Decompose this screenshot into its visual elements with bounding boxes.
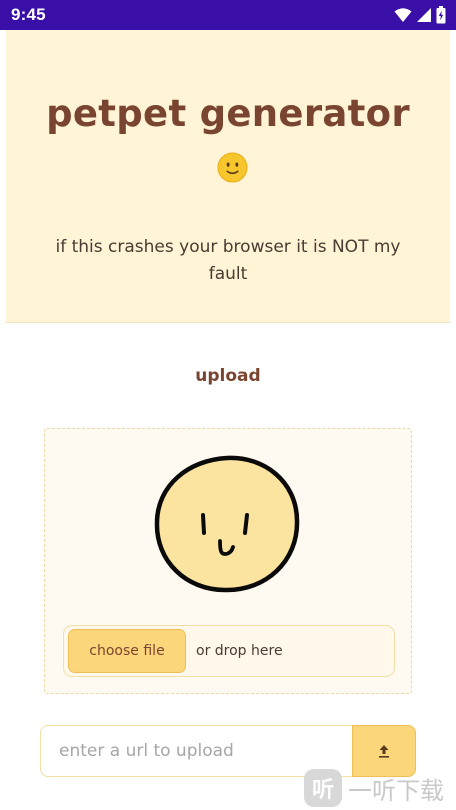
upload-heading: upload [195, 366, 261, 386]
status-icons [394, 6, 446, 24]
watermark-text: 一听下载 [348, 776, 444, 805]
file-dropzone[interactable]: choose file or drop here [44, 428, 412, 694]
watermark-logo: 听 一听下载 [304, 768, 456, 808]
upload-arrow-icon [379, 745, 389, 758]
status-bar: 9:45 [0, 0, 456, 30]
battery-icon [436, 6, 446, 24]
file-input-bar: choose file or drop here [63, 625, 395, 677]
page-subtitle: if this crashes your browser it is NOT m… [55, 237, 401, 284]
signal-icon [417, 8, 431, 22]
status-time: 9:45 [11, 5, 46, 24]
hero-header: petpet generator if this crashes your br… [6, 30, 450, 323]
page-title: petpet generator [46, 92, 410, 135]
slightly-smiling-face-icon [217, 152, 248, 183]
preview-image [154, 455, 300, 593]
watermark-mark: 听 [304, 769, 342, 807]
choose-file-button[interactable]: choose file [68, 629, 186, 673]
drop-hint: or drop here [196, 643, 283, 659]
page: petpet generator if this crashes your br… [4, 30, 452, 806]
wifi-icon [394, 8, 412, 22]
